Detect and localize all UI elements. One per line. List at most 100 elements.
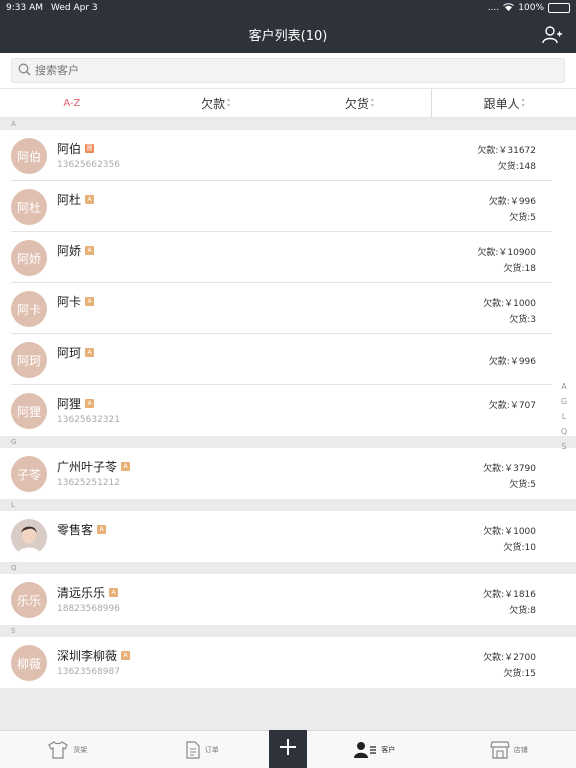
customer-name-wrap: 阿珂 A [57, 344, 95, 361]
status-bar: 9:33 AM Wed Apr 3 .... 100% [0, 0, 576, 16]
tab-label: 客户 [381, 745, 396, 754]
customer-row[interactable]: 阿娇 阿娇 A 欠款:￥10900 欠货:18 [0, 232, 576, 283]
customer-debt: 欠款:￥1000 [483, 527, 536, 537]
customer-name: 阿娇 [57, 244, 82, 258]
customer-name: 清远乐乐 [57, 586, 106, 600]
customer-row[interactable]: 阿杜 阿杜 A 欠款:￥996 欠货:5 [0, 181, 576, 232]
avatar: 乐乐 [11, 582, 47, 618]
tab-store[interactable]: 店铺 [442, 731, 576, 768]
index-letter[interactable]: G [561, 397, 567, 406]
default-avatar-icon [11, 519, 47, 555]
customer-row[interactable]: 阿珂 阿珂 A 欠款:￥996 [0, 334, 576, 385]
sort-tab-follower[interactable]: 跟单人 ▴ ▾ [431, 89, 576, 117]
customer-stock: 欠货:10 [503, 543, 537, 553]
section-header: Q [0, 562, 576, 574]
customer-debt: 欠款:￥1000 [483, 299, 536, 309]
section-header: G [0, 436, 576, 448]
avatar: 子苓 [11, 456, 47, 492]
sort-tab-label: A-Z [63, 97, 81, 109]
customer-phone: 13623568987 [57, 667, 120, 677]
document-icon [185, 740, 201, 759]
store-icon [490, 740, 510, 759]
avatar: 柳薇 [11, 645, 47, 681]
index-letter[interactable]: A [561, 382, 566, 391]
tab-label: 店铺 [513, 745, 528, 754]
customer-name-wrap: 阿杜 A [57, 191, 95, 208]
customer-debt: 欠款:￥1816 [483, 590, 536, 600]
avatar: 阿杜 [11, 189, 47, 225]
level-badge: A [85, 246, 95, 255]
avatar: 阿珂 [11, 342, 47, 378]
level-badge: 圆 [85, 144, 95, 153]
customer-row[interactable]: 阿伯 阿伯圆 13625662356 欠款:￥31672 欠货:148 [0, 130, 576, 181]
tab-bar: 货架 订单 客户 店铺 [0, 730, 576, 768]
customer-stock: 欠货:18 [503, 264, 537, 274]
search-icon [18, 61, 31, 80]
index-letter[interactable]: S [561, 442, 566, 451]
customer-name: 阿杜 [57, 193, 82, 207]
level-badge: A [97, 525, 107, 534]
customer-name: 阿伯 [57, 142, 82, 156]
customer-name: 广州叶子苓 [57, 460, 118, 474]
nav-bar: 客户列表(10) [0, 16, 576, 53]
tab-shelf[interactable]: 货架 [0, 731, 135, 768]
customer-debt: 欠款:￥3790 [483, 464, 536, 474]
avatar: 阿伯 [11, 138, 47, 174]
section-header: S [0, 625, 576, 637]
tab-customers[interactable]: 客户 [307, 731, 442, 768]
search-box[interactable] [11, 58, 565, 83]
level-badge: A [85, 195, 95, 204]
customer-name-wrap: 阿狸 A [57, 395, 95, 412]
customer-name: 零售客 [57, 523, 94, 537]
page-title: 客户列表(10) [248, 29, 328, 44]
customer-name: 深圳李柳薇 [57, 649, 118, 663]
sort-arrows-icon: ▴ ▾ [521, 96, 525, 109]
index-letter[interactable]: Q [561, 427, 567, 436]
customer-name-wrap: 阿伯圆 [57, 140, 95, 157]
add-button[interactable] [269, 730, 307, 768]
customer-row[interactable]: 阿狸 阿狸 A 13625632321 欠款:￥707 [0, 385, 576, 436]
customer-stock: 欠货:5 [509, 213, 536, 223]
customer-phone: 13625251212 [57, 478, 120, 488]
plus-icon [279, 738, 297, 760]
tab-label: 订单 [204, 745, 219, 754]
level-badge: A [109, 588, 119, 597]
customer-stock: 欠货:5 [509, 480, 536, 490]
sort-tab-label: 跟单人 [483, 96, 520, 111]
customer-debt: 欠款:￥996 [488, 357, 536, 367]
sort-tab-label: 欠款 [201, 96, 226, 111]
search-bar [0, 53, 576, 88]
customer-name: 阿狸 [57, 397, 82, 411]
customer-row[interactable]: 子苓 广州叶子苓 A 13625251212 欠款:￥3790 欠货:5 [0, 448, 576, 499]
alphabet-index: A G L Q S [558, 382, 570, 451]
customer-debt: 欠款:￥31672 [477, 146, 536, 156]
customer-list: A 阿伯 阿伯圆 13625662356 欠款:￥31672 欠货:148 阿杜… [0, 118, 576, 688]
sort-tab-debt[interactable]: 欠款 ▴ ▾ [144, 89, 288, 117]
level-badge: A [121, 651, 131, 660]
sort-tab-az[interactable]: A-Z [0, 89, 144, 117]
sort-bar: A-Z 欠款 ▴ ▾ 欠货 ▴ ▾ 跟单人 ▴ ▾ [0, 88, 576, 118]
customer-name-wrap: 清远乐乐 A [57, 584, 119, 601]
signal-dots: .... [487, 3, 500, 13]
customer-row[interactable]: 柳薇 深圳李柳薇 A 13623568987 欠款:￥2700 欠货:15 [0, 637, 576, 688]
customer-row[interactable]: 零售客 A 欠款:￥1000 欠货:10 [0, 511, 576, 562]
section-header: A [0, 118, 576, 130]
customer-name: 阿珂 [57, 346, 82, 360]
tab-label: 货架 [73, 745, 88, 754]
wifi-icon [503, 2, 515, 14]
customer-row[interactable]: 乐乐 清远乐乐 A 18823568996 欠款:￥1816 欠货:8 [0, 574, 576, 625]
customer-phone: 13625662356 [57, 160, 120, 170]
customer-name-wrap: 深圳李柳薇 A [57, 647, 131, 664]
customer-row[interactable]: 阿卡 阿卡 A 欠款:￥1000 欠货:3 [0, 283, 576, 334]
tab-orders[interactable]: 订单 [135, 731, 270, 768]
add-user-icon[interactable] [542, 25, 562, 45]
avatar: 阿狸 [11, 393, 47, 429]
sort-arrows-icon: ▴ ▾ [227, 96, 231, 109]
status-right: .... 100% [487, 2, 570, 14]
index-letter[interactable]: L [562, 412, 566, 421]
sort-tab-stock[interactable]: 欠货 ▴ ▾ [288, 89, 432, 117]
customer-debt: 欠款:￥707 [488, 401, 536, 411]
level-badge: A [121, 462, 131, 471]
customer-name: 阿卡 [57, 295, 82, 309]
search-input[interactable] [35, 64, 535, 77]
